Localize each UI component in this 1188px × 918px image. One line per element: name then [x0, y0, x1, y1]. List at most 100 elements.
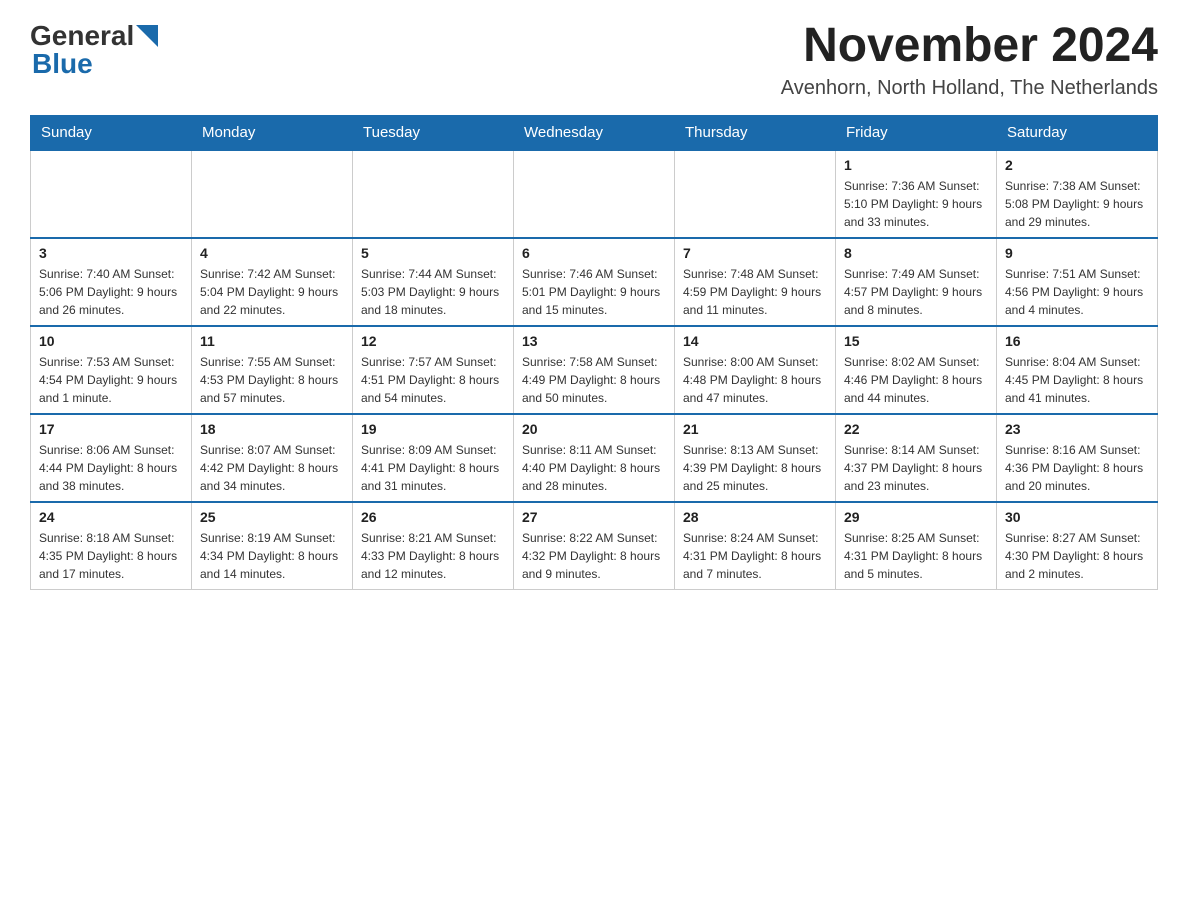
calendar-cell: 6 Sunrise: 7:46 AM Sunset: 5:01 PM Daylig… [514, 238, 675, 326]
logo-triangle-icon [136, 25, 158, 47]
calendar-cell: 27Sunrise: 8:22 AM Sunset: 4:32 PM Dayli… [514, 502, 675, 590]
week-row-5: 24 Sunrise: 8:18 AM Sunset: 4:35 PM Dayli… [31, 502, 1158, 590]
day-info: Sunrise: 7:40 AM Sunset: 5:06 PM Dayligh… [39, 265, 183, 319]
day-number: 2 [1005, 157, 1149, 173]
day-number: 7 [683, 245, 827, 261]
day-number: 9 [1005, 245, 1149, 261]
day-number: 21 [683, 421, 827, 437]
calendar-cell: 23 Sunrise: 8:16 AM Sunset: 4:36 PM Dayli… [997, 414, 1158, 502]
calendar-cell: 30Sunrise: 8:27 AM Sunset: 4:30 PM Dayli… [997, 502, 1158, 590]
day-number: 28 [683, 509, 827, 525]
day-number: 16 [1005, 333, 1149, 349]
day-info: Sunrise: 7:49 AM Sunset: 4:57 PM Dayligh… [844, 265, 988, 319]
day-number: 10 [39, 333, 183, 349]
day-number: 26 [361, 509, 505, 525]
day-info: Sunrise: 8:13 AM Sunset: 4:39 PM Dayligh… [683, 441, 827, 495]
calendar-cell: 18 Sunrise: 8:07 AM Sunset: 4:42 PM Dayli… [192, 414, 353, 502]
day-info: Sunrise: 8:24 AM Sunset: 4:31 PM Dayligh… [683, 529, 827, 583]
day-number: 22 [844, 421, 988, 437]
week-row-1: 1Sunrise: 7:36 AM Sunset: 5:10 PM Daylig… [31, 150, 1158, 238]
weekday-header-saturday: Saturday [997, 115, 1158, 150]
logo: General Blue [30, 20, 158, 80]
day-number: 15 [844, 333, 988, 349]
day-info: Sunrise: 8:27 AM Sunset: 4:30 PM Dayligh… [1005, 529, 1149, 583]
day-info: Sunrise: 7:48 AM Sunset: 4:59 PM Dayligh… [683, 265, 827, 319]
day-number: 4 [200, 245, 344, 261]
calendar-cell: 8 Sunrise: 7:49 AM Sunset: 4:57 PM Daylig… [836, 238, 997, 326]
calendar-cell: 11 Sunrise: 7:55 AM Sunset: 4:53 PM Dayli… [192, 326, 353, 414]
calendar-cell: 22 Sunrise: 8:14 AM Sunset: 4:37 PM Dayli… [836, 414, 997, 502]
subtitle: Avenhorn, North Holland, The Netherlands [781, 77, 1158, 100]
title-section: November 2024 Avenhorn, North Holland, T… [781, 20, 1158, 100]
day-info: Sunrise: 8:11 AM Sunset: 4:40 PM Dayligh… [522, 441, 666, 495]
day-number: 17 [39, 421, 183, 437]
day-info: Sunrise: 7:46 AM Sunset: 5:01 PM Dayligh… [522, 265, 666, 319]
day-number: 12 [361, 333, 505, 349]
day-info: Sunrise: 7:51 AM Sunset: 4:56 PM Dayligh… [1005, 265, 1149, 319]
calendar-cell: 1Sunrise: 7:36 AM Sunset: 5:10 PM Daylig… [836, 150, 997, 238]
weekday-header-tuesday: Tuesday [353, 115, 514, 150]
calendar-cell: 26 Sunrise: 8:21 AM Sunset: 4:33 PM Dayli… [353, 502, 514, 590]
calendar-cell: 10 Sunrise: 7:53 AM Sunset: 4:54 PM Dayli… [31, 326, 192, 414]
day-info: Sunrise: 7:53 AM Sunset: 4:54 PM Dayligh… [39, 353, 183, 407]
page-header: General Blue November 2024 Avenhorn, Nor… [30, 20, 1158, 100]
day-info: Sunrise: 7:36 AM Sunset: 5:10 PM Dayligh… [844, 177, 988, 231]
calendar-cell: 24 Sunrise: 8:18 AM Sunset: 4:35 PM Dayli… [31, 502, 192, 590]
calendar-cell: 17 Sunrise: 8:06 AM Sunset: 4:44 PM Dayli… [31, 414, 192, 502]
calendar-cell: 25Sunrise: 8:19 AM Sunset: 4:34 PM Dayli… [192, 502, 353, 590]
day-number: 5 [361, 245, 505, 261]
day-info: Sunrise: 7:42 AM Sunset: 5:04 PM Dayligh… [200, 265, 344, 319]
calendar-cell: 13 Sunrise: 7:58 AM Sunset: 4:49 PM Dayli… [514, 326, 675, 414]
day-info: Sunrise: 8:02 AM Sunset: 4:46 PM Dayligh… [844, 353, 988, 407]
calendar-cell: 5Sunrise: 7:44 AM Sunset: 5:03 PM Daylig… [353, 238, 514, 326]
calendar-cell: 15 Sunrise: 8:02 AM Sunset: 4:46 PM Dayli… [836, 326, 997, 414]
day-number: 29 [844, 509, 988, 525]
weekday-header-sunday: Sunday [31, 115, 192, 150]
calendar-cell: 3Sunrise: 7:40 AM Sunset: 5:06 PM Daylig… [31, 238, 192, 326]
weekday-header-row: SundayMondayTuesdayWednesdayThursdayFrid… [31, 115, 1158, 150]
calendar-cell [31, 150, 192, 238]
day-number: 14 [683, 333, 827, 349]
weekday-header-monday: Monday [192, 115, 353, 150]
calendar-cell [192, 150, 353, 238]
day-number: 6 [522, 245, 666, 261]
calendar-cell: 7 Sunrise: 7:48 AM Sunset: 4:59 PM Daylig… [675, 238, 836, 326]
calendar-cell [514, 150, 675, 238]
week-row-4: 17 Sunrise: 8:06 AM Sunset: 4:44 PM Dayli… [31, 414, 1158, 502]
day-number: 13 [522, 333, 666, 349]
weekday-header-wednesday: Wednesday [514, 115, 675, 150]
week-row-3: 10 Sunrise: 7:53 AM Sunset: 4:54 PM Dayli… [31, 326, 1158, 414]
day-info: Sunrise: 7:38 AM Sunset: 5:08 PM Dayligh… [1005, 177, 1149, 231]
day-info: Sunrise: 8:06 AM Sunset: 4:44 PM Dayligh… [39, 441, 183, 495]
logo-blue: Blue [30, 48, 93, 80]
day-info: Sunrise: 8:16 AM Sunset: 4:36 PM Dayligh… [1005, 441, 1149, 495]
day-info: Sunrise: 8:14 AM Sunset: 4:37 PM Dayligh… [844, 441, 988, 495]
day-number: 23 [1005, 421, 1149, 437]
day-info: Sunrise: 7:55 AM Sunset: 4:53 PM Dayligh… [200, 353, 344, 407]
week-row-2: 3Sunrise: 7:40 AM Sunset: 5:06 PM Daylig… [31, 238, 1158, 326]
day-info: Sunrise: 8:00 AM Sunset: 4:48 PM Dayligh… [683, 353, 827, 407]
calendar-cell: 20 Sunrise: 8:11 AM Sunset: 4:40 PM Dayli… [514, 414, 675, 502]
day-info: Sunrise: 8:09 AM Sunset: 4:41 PM Dayligh… [361, 441, 505, 495]
day-number: 20 [522, 421, 666, 437]
day-info: Sunrise: 7:58 AM Sunset: 4:49 PM Dayligh… [522, 353, 666, 407]
calendar-cell: 14 Sunrise: 8:00 AM Sunset: 4:48 PM Dayli… [675, 326, 836, 414]
day-info: Sunrise: 8:21 AM Sunset: 4:33 PM Dayligh… [361, 529, 505, 583]
day-number: 11 [200, 333, 344, 349]
day-number: 25 [200, 509, 344, 525]
calendar-cell: 28 Sunrise: 8:24 AM Sunset: 4:31 PM Dayli… [675, 502, 836, 590]
day-info: Sunrise: 8:18 AM Sunset: 4:35 PM Dayligh… [39, 529, 183, 583]
weekday-header-thursday: Thursday [675, 115, 836, 150]
day-number: 8 [844, 245, 988, 261]
calendar-cell: 9 Sunrise: 7:51 AM Sunset: 4:56 PM Daylig… [997, 238, 1158, 326]
day-info: Sunrise: 8:07 AM Sunset: 4:42 PM Dayligh… [200, 441, 344, 495]
calendar-table: SundayMondayTuesdayWednesdayThursdayFrid… [30, 115, 1158, 590]
calendar-cell: 16 Sunrise: 8:04 AM Sunset: 4:45 PM Dayli… [997, 326, 1158, 414]
calendar-cell [353, 150, 514, 238]
day-info: Sunrise: 8:04 AM Sunset: 4:45 PM Dayligh… [1005, 353, 1149, 407]
month-title: November 2024 [781, 20, 1158, 73]
calendar-cell: 19Sunrise: 8:09 AM Sunset: 4:41 PM Dayli… [353, 414, 514, 502]
calendar-cell: 29Sunrise: 8:25 AM Sunset: 4:31 PM Dayli… [836, 502, 997, 590]
day-number: 18 [200, 421, 344, 437]
day-number: 24 [39, 509, 183, 525]
